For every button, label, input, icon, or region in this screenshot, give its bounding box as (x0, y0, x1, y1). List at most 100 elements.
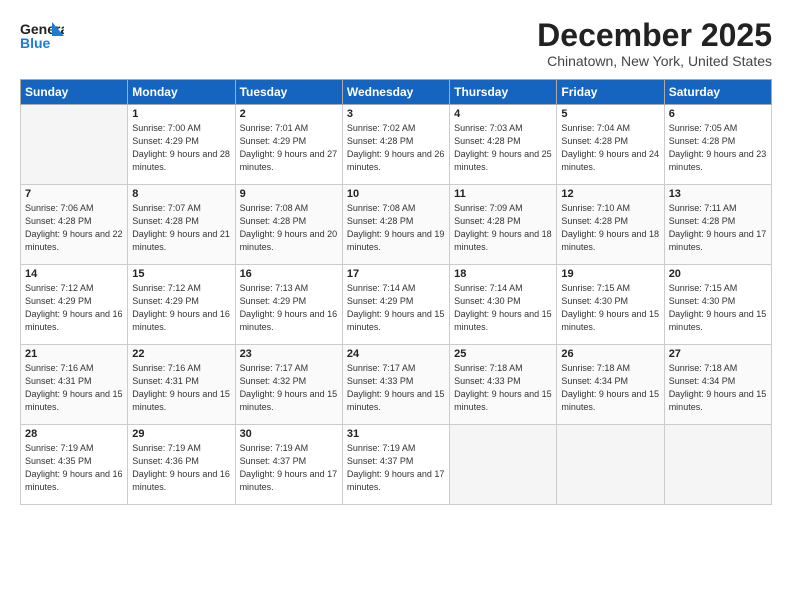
logo-icon: General Blue (20, 18, 64, 54)
day-number: 12 (561, 188, 659, 200)
day-number: 10 (347, 188, 445, 200)
day-info: Sunrise: 7:10 AMSunset: 4:28 PMDaylight:… (561, 202, 659, 254)
day-number: 25 (454, 348, 552, 360)
day-number: 1 (132, 108, 230, 120)
calendar-day: 24 Sunrise: 7:17 AMSunset: 4:33 PMDaylig… (342, 345, 449, 425)
day-info: Sunrise: 7:03 AMSunset: 4:28 PMDaylight:… (454, 122, 552, 174)
calendar-day: 10 Sunrise: 7:08 AMSunset: 4:28 PMDaylig… (342, 185, 449, 265)
day-number: 16 (240, 268, 338, 280)
day-info: Sunrise: 7:18 AMSunset: 4:33 PMDaylight:… (454, 362, 552, 414)
day-info: Sunrise: 7:18 AMSunset: 4:34 PMDaylight:… (669, 362, 767, 414)
calendar-day: 30 Sunrise: 7:19 AMSunset: 4:37 PMDaylig… (235, 425, 342, 505)
day-info: Sunrise: 7:08 AMSunset: 4:28 PMDaylight:… (347, 202, 445, 254)
col-wednesday: Wednesday (342, 80, 449, 105)
day-number: 21 (25, 348, 123, 360)
day-info: Sunrise: 7:07 AMSunset: 4:28 PMDaylight:… (132, 202, 230, 254)
calendar-week-1: 1 Sunrise: 7:00 AMSunset: 4:29 PMDayligh… (21, 105, 772, 185)
svg-text:Blue: Blue (20, 35, 51, 51)
day-number: 23 (240, 348, 338, 360)
day-number: 4 (454, 108, 552, 120)
day-number: 8 (132, 188, 230, 200)
calendar-day: 18 Sunrise: 7:14 AMSunset: 4:30 PMDaylig… (450, 265, 557, 345)
calendar-day: 27 Sunrise: 7:18 AMSunset: 4:34 PMDaylig… (664, 345, 771, 425)
day-info: Sunrise: 7:13 AMSunset: 4:29 PMDaylight:… (240, 282, 338, 334)
day-number: 28 (25, 428, 123, 440)
day-info: Sunrise: 7:05 AMSunset: 4:28 PMDaylight:… (669, 122, 767, 174)
calendar-day: 21 Sunrise: 7:16 AMSunset: 4:31 PMDaylig… (21, 345, 128, 425)
day-info: Sunrise: 7:04 AMSunset: 4:28 PMDaylight:… (561, 122, 659, 174)
day-info: Sunrise: 7:19 AMSunset: 4:36 PMDaylight:… (132, 442, 230, 494)
day-number: 15 (132, 268, 230, 280)
col-saturday: Saturday (664, 80, 771, 105)
day-info: Sunrise: 7:14 AMSunset: 4:30 PMDaylight:… (454, 282, 552, 334)
day-number: 27 (669, 348, 767, 360)
calendar-day (557, 425, 664, 505)
day-info: Sunrise: 7:09 AMSunset: 4:28 PMDaylight:… (454, 202, 552, 254)
day-info: Sunrise: 7:00 AMSunset: 4:29 PMDaylight:… (132, 122, 230, 174)
calendar-day: 2 Sunrise: 7:01 AMSunset: 4:29 PMDayligh… (235, 105, 342, 185)
calendar-day: 13 Sunrise: 7:11 AMSunset: 4:28 PMDaylig… (664, 185, 771, 265)
day-number: 9 (240, 188, 338, 200)
calendar-day: 14 Sunrise: 7:12 AMSunset: 4:29 PMDaylig… (21, 265, 128, 345)
logo: General Blue (20, 18, 64, 54)
day-number: 14 (25, 268, 123, 280)
day-info: Sunrise: 7:16 AMSunset: 4:31 PMDaylight:… (25, 362, 123, 414)
page-subtitle: Chinatown, New York, United States (537, 53, 772, 69)
calendar-day: 28 Sunrise: 7:19 AMSunset: 4:35 PMDaylig… (21, 425, 128, 505)
calendar-day: 20 Sunrise: 7:15 AMSunset: 4:30 PMDaylig… (664, 265, 771, 345)
title-block: December 2025 Chinatown, New York, Unite… (537, 18, 772, 69)
calendar-day: 4 Sunrise: 7:03 AMSunset: 4:28 PMDayligh… (450, 105, 557, 185)
day-info: Sunrise: 7:14 AMSunset: 4:29 PMDaylight:… (347, 282, 445, 334)
day-number: 31 (347, 428, 445, 440)
day-number: 19 (561, 268, 659, 280)
col-monday: Monday (128, 80, 235, 105)
day-info: Sunrise: 7:15 AMSunset: 4:30 PMDaylight:… (561, 282, 659, 334)
calendar-day: 11 Sunrise: 7:09 AMSunset: 4:28 PMDaylig… (450, 185, 557, 265)
calendar-day: 9 Sunrise: 7:08 AMSunset: 4:28 PMDayligh… (235, 185, 342, 265)
col-sunday: Sunday (21, 80, 128, 105)
calendar-day: 15 Sunrise: 7:12 AMSunset: 4:29 PMDaylig… (128, 265, 235, 345)
calendar-week-5: 28 Sunrise: 7:19 AMSunset: 4:35 PMDaylig… (21, 425, 772, 505)
day-info: Sunrise: 7:02 AMSunset: 4:28 PMDaylight:… (347, 122, 445, 174)
calendar-table: Sunday Monday Tuesday Wednesday Thursday… (20, 79, 772, 505)
day-number: 3 (347, 108, 445, 120)
day-info: Sunrise: 7:06 AMSunset: 4:28 PMDaylight:… (25, 202, 123, 254)
day-info: Sunrise: 7:11 AMSunset: 4:28 PMDaylight:… (669, 202, 767, 254)
day-number: 7 (25, 188, 123, 200)
calendar-day: 6 Sunrise: 7:05 AMSunset: 4:28 PMDayligh… (664, 105, 771, 185)
day-number: 24 (347, 348, 445, 360)
calendar-day: 22 Sunrise: 7:16 AMSunset: 4:31 PMDaylig… (128, 345, 235, 425)
day-info: Sunrise: 7:19 AMSunset: 4:37 PMDaylight:… (240, 442, 338, 494)
calendar-day (450, 425, 557, 505)
day-info: Sunrise: 7:08 AMSunset: 4:28 PMDaylight:… (240, 202, 338, 254)
calendar-day: 7 Sunrise: 7:06 AMSunset: 4:28 PMDayligh… (21, 185, 128, 265)
day-info: Sunrise: 7:15 AMSunset: 4:30 PMDaylight:… (669, 282, 767, 334)
calendar-week-4: 21 Sunrise: 7:16 AMSunset: 4:31 PMDaylig… (21, 345, 772, 425)
col-friday: Friday (557, 80, 664, 105)
calendar-day: 25 Sunrise: 7:18 AMSunset: 4:33 PMDaylig… (450, 345, 557, 425)
calendar-day: 19 Sunrise: 7:15 AMSunset: 4:30 PMDaylig… (557, 265, 664, 345)
calendar-week-3: 14 Sunrise: 7:12 AMSunset: 4:29 PMDaylig… (21, 265, 772, 345)
day-info: Sunrise: 7:16 AMSunset: 4:31 PMDaylight:… (132, 362, 230, 414)
day-number: 18 (454, 268, 552, 280)
calendar-day: 17 Sunrise: 7:14 AMSunset: 4:29 PMDaylig… (342, 265, 449, 345)
calendar-week-2: 7 Sunrise: 7:06 AMSunset: 4:28 PMDayligh… (21, 185, 772, 265)
day-number: 30 (240, 428, 338, 440)
day-info: Sunrise: 7:12 AMSunset: 4:29 PMDaylight:… (25, 282, 123, 334)
day-number: 5 (561, 108, 659, 120)
day-number: 22 (132, 348, 230, 360)
calendar-day: 5 Sunrise: 7:04 AMSunset: 4:28 PMDayligh… (557, 105, 664, 185)
calendar-header-row: Sunday Monday Tuesday Wednesday Thursday… (21, 80, 772, 105)
page: General Blue December 2025 Chinatown, Ne… (0, 0, 792, 612)
day-number: 11 (454, 188, 552, 200)
day-info: Sunrise: 7:01 AMSunset: 4:29 PMDaylight:… (240, 122, 338, 174)
day-number: 29 (132, 428, 230, 440)
day-info: Sunrise: 7:18 AMSunset: 4:34 PMDaylight:… (561, 362, 659, 414)
calendar-day: 3 Sunrise: 7:02 AMSunset: 4:28 PMDayligh… (342, 105, 449, 185)
calendar-day (664, 425, 771, 505)
calendar-day: 26 Sunrise: 7:18 AMSunset: 4:34 PMDaylig… (557, 345, 664, 425)
calendar-day: 29 Sunrise: 7:19 AMSunset: 4:36 PMDaylig… (128, 425, 235, 505)
day-info: Sunrise: 7:17 AMSunset: 4:33 PMDaylight:… (347, 362, 445, 414)
col-tuesday: Tuesday (235, 80, 342, 105)
day-number: 26 (561, 348, 659, 360)
